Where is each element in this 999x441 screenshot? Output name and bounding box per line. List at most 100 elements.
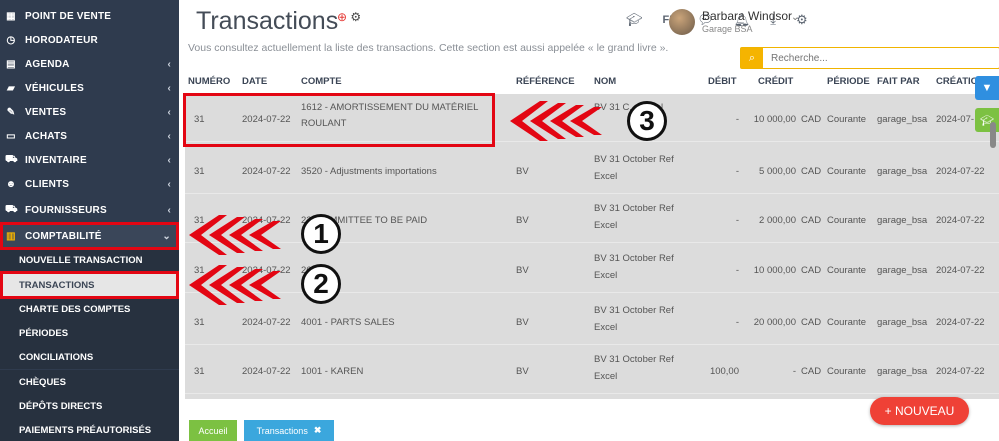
cell-debit: 100,00 <box>709 366 739 377</box>
cell-numero: 31 <box>194 366 205 377</box>
cell-reference: BV <box>516 317 529 328</box>
search-input[interactable] <box>763 52 993 64</box>
cell-creation: 2024-07-22 <box>936 265 985 276</box>
app-window: ▦ POINT DE VENTE ◷ HORODATEUR ▤ AGENDA ‹… <box>0 0 999 441</box>
col-header-nom[interactable]: NOM <box>594 76 616 87</box>
add-circle-icon[interactable]: ⊕ <box>337 10 347 24</box>
avatar[interactable] <box>669 9 695 35</box>
cell-fait-par: garage_bsa <box>877 265 928 276</box>
cell-date: 2024-07-22 <box>242 366 291 377</box>
cell-currency: CAD <box>801 317 822 328</box>
new-button[interactable]: + NOUVEAU <box>870 397 969 425</box>
barcode-icon: ▦ <box>6 10 16 22</box>
cell-credit: 20 000,00 <box>753 317 796 328</box>
cell-creation: 2024-07-22 <box>936 166 985 177</box>
annotation-step-3: 3 <box>627 101 667 141</box>
sidebar-subitem-cheques[interactable]: CHÈQUES <box>0 370 179 394</box>
sidebar-item-label: VÉHICULES <box>25 82 85 94</box>
close-icon[interactable]: ✖ <box>314 425 322 436</box>
cell-creation: 2024-07- <box>936 114 975 125</box>
col-header-debit[interactable]: DÉBIT <box>708 76 737 87</box>
cell-credit: 2 000,00 <box>759 215 796 226</box>
annotation-box-2 <box>0 271 179 299</box>
search-icon[interactable]: ⌕ <box>741 48 763 68</box>
cell-numero: 31 <box>194 166 205 177</box>
cell-currency: CAD <box>801 265 822 276</box>
sidebar-item-label: AGENDA <box>25 58 70 70</box>
cell-credit: 10 000,00 <box>753 114 796 125</box>
col-header-credit[interactable]: CRÉDIT <box>758 76 793 87</box>
cell-periode: Courante <box>827 265 867 276</box>
col-header-date[interactable]: DATE <box>242 76 267 87</box>
user-name[interactable]: Barbara Windsor <box>702 9 792 23</box>
sidebar-item-vehicules[interactable]: ▰ VÉHICULES ‹ <box>0 76 179 100</box>
sidebar-item-label: POINT DE VENTE <box>25 10 112 22</box>
cell-creation: 2024-07-22 <box>936 215 985 226</box>
cell-credit: - <box>792 366 796 377</box>
cell-debit: - <box>735 317 739 328</box>
credit-card-icon: ▭ <box>6 130 16 142</box>
cell-fait-par: garage_bsa <box>877 114 928 125</box>
sidebar-subitem-charte-des-comptes[interactable]: CHARTE DES COMPTES <box>0 297 179 321</box>
title-actions: ⊕ ⚙ <box>337 10 361 24</box>
sidebar-item-achats[interactable]: ▭ ACHATS ‹ <box>0 124 179 148</box>
sidebar-item-agenda[interactable]: ▤ AGENDA ‹ <box>0 52 179 76</box>
main-content: Transactions ⊕ ⚙ Vous consultez actuelle… <box>179 0 999 441</box>
annotation-arrow-3 <box>510 101 602 141</box>
cart-icon: ⛟ <box>5 153 18 165</box>
sidebar-subitem-conciliations[interactable]: CONCILIATIONS <box>0 345 179 369</box>
car-icon: ▰ <box>7 82 15 94</box>
sidebar-item-inventaire[interactable]: ⛟ INVENTAIRE ‹ <box>0 148 179 172</box>
cell-nom: BV 31 October Ref Excel <box>594 253 674 281</box>
cell-nom: BV 31 October Ref Excel <box>594 203 674 231</box>
sidebar-subitem-depots-directs[interactable]: DÉPÔTS DIRECTS <box>0 394 179 418</box>
filter-tab[interactable]: ▼ <box>975 76 999 100</box>
sidebar-subitem-paiements-preautorises[interactable]: PAIEMENTS PRÉAUTORISÉS <box>0 418 179 441</box>
table-row[interactable]: 31 2024-07-22 4001 - PARTS SALES BV BV 3… <box>185 297 999 345</box>
tab-transactions[interactable]: Transactions ✖ <box>244 420 334 441</box>
cell-debit: - <box>735 265 739 276</box>
cell-periode: Courante <box>827 166 867 177</box>
col-header-numero[interactable]: NUMÉRO <box>188 76 230 87</box>
graduation-cap-icon[interactable]: 🎓︎ <box>626 12 643 28</box>
table-row[interactable]: 31 2024-07-22 3520 - Adjustments importa… <box>185 146 999 194</box>
table-row[interactable]: 31 2024-07-22 1001 - KAREN BV BV 31 Octo… <box>185 346 999 394</box>
cell-reference: BV <box>516 265 529 276</box>
user-company: Garage BSA <box>702 24 753 34</box>
sidebar-item-label: ACHATS <box>25 130 68 142</box>
chevron-down-icon[interactable]: ⌄ <box>791 12 799 23</box>
calendar-icon: ▤ <box>6 58 16 70</box>
annotation-box-1 <box>0 222 179 250</box>
col-header-creation[interactable]: CRÉATIO <box>936 76 978 87</box>
col-header-reference[interactable]: RÉFÉRENCE <box>516 76 575 87</box>
cell-reference: BV <box>516 215 529 226</box>
cell-credit: 5 000,00 <box>759 166 796 177</box>
chevron-left-icon: ‹ <box>167 178 171 190</box>
col-header-compte[interactable]: COMPTE <box>301 76 342 87</box>
sidebar-item-fournisseurs[interactable]: ⛟ FOURNISSEURS ‹ <box>0 198 179 222</box>
sidebar-subitem-periodes[interactable]: PÉRIODES <box>0 321 179 345</box>
tab-accueil[interactable]: Accueil <box>189 420 237 441</box>
sidebar-item-clients[interactable]: ☻ CLIENTS ‹ <box>0 172 179 196</box>
chevron-left-icon: ‹ <box>167 130 171 142</box>
cell-currency: CAD <box>801 215 822 226</box>
cell-creation: 2024-07-22 <box>936 366 985 377</box>
sidebar-item-label: INVENTAIRE <box>25 154 87 166</box>
gear-icon[interactable]: ⚙ <box>350 10 361 24</box>
sidebar-subitem-nouvelle-transaction[interactable]: NOUVELLE TRANSACTION <box>0 248 179 272</box>
table-header: NUMÉRO DATE COMPTE RÉFÉRENCE NOM DÉBIT C… <box>185 70 999 94</box>
col-header-fait-par[interactable]: FAIT PAR <box>877 76 920 87</box>
chevron-left-icon: ‹ <box>167 154 171 166</box>
truck-icon: ⛟ <box>5 203 18 215</box>
sidebar-item-horodateur[interactable]: ◷ HORODATEUR <box>0 28 179 52</box>
sidebar-item-point-de-vente[interactable]: ▦ POINT DE VENTE <box>0 4 179 28</box>
col-header-periode[interactable]: PÉRIODE <box>827 76 870 87</box>
cell-nom: BV 31 October Ref Excel <box>594 154 674 182</box>
cell-periode: Courante <box>827 317 867 328</box>
scrollbar-thumb[interactable] <box>990 122 996 148</box>
cell-date: 2024-07-22 <box>242 166 291 177</box>
sidebar-item-ventes[interactable]: ✎ VENTES ‹ <box>0 100 179 124</box>
annotation-arrow-2 <box>189 265 281 305</box>
cell-date: 2024-07-22 <box>242 317 291 328</box>
search-box: ⌕ <box>740 47 999 69</box>
